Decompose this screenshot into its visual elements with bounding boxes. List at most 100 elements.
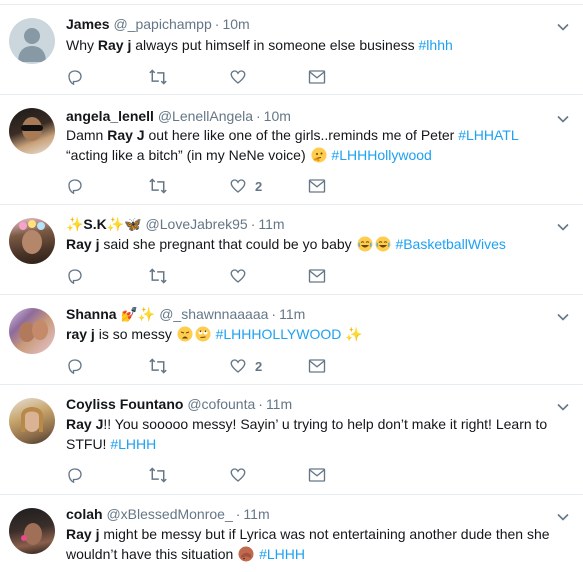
direct-message-button[interactable] [308,465,326,485]
retweet-button[interactable] [148,356,168,376]
tweet-text-segment: out here like one of the girls..reminds … [144,127,459,143]
reply-button[interactable] [66,176,84,196]
separator: · [256,108,261,124]
chevron-down-icon[interactable] [557,401,569,413]
eyeroll-emoji [195,326,211,342]
like-button[interactable]: 2 [229,176,262,196]
envelope-icon [308,70,326,84]
user-avatar[interactable] [9,398,55,444]
tweet-header: Coyliss Fountano @cofounta · 11m [66,395,292,413]
heart-icon [230,468,246,482]
reply-button[interactable] [66,465,84,485]
chevron-down-icon[interactable] [557,221,569,233]
reply-icon [68,179,82,195]
tweet-header: Shanna 💅✨ @_shawnnaaaaa · 11m [66,305,305,323]
hashtag-link[interactable]: #lhhh [419,37,453,53]
direct-message-button[interactable] [308,67,326,87]
tweet[interactable]: angela_lenell @LenellAngela · 10m Damn Ray… [0,95,583,205]
user-handle[interactable]: @cofounta [187,396,255,412]
direct-message-button[interactable] [308,266,326,286]
timestamp[interactable]: 10m [222,16,249,32]
user-handle[interactable]: @_shawnnaaaaa [159,306,268,322]
user-handle[interactable]: @xBlessedMonroe_ [106,506,232,522]
timestamp[interactable]: 11m [243,506,269,522]
reply-button[interactable] [66,266,84,286]
laughing-emoji [357,236,373,252]
tweet-text: ray j is so messy #LHHHOLLYWOOD ✨ [66,324,562,344]
tweet[interactable]: Shanna 💅✨ @_shawnnaaaaa · 11m ray j is so … [0,295,583,385]
timestamp[interactable]: 11m [266,396,292,412]
envelope-icon [308,468,326,482]
tweet[interactable]: colah @xBlessedMonroe_ · 11m Ray j might b… [0,495,583,572]
laughing-emoji [375,236,391,252]
tweet-text: Why Ray j always put himself in someone … [66,35,562,55]
hashtag-link[interactable]: #BasketballWives [395,236,506,252]
retweet-button[interactable] [148,176,168,196]
default-avatar[interactable] [9,18,55,64]
hashtag-link[interactable]: #LHHH [110,436,156,452]
like-button[interactable]: 2 [229,356,262,376]
reply-button[interactable] [66,67,84,87]
user-avatar[interactable] [9,108,55,154]
chevron-down-icon[interactable] [557,21,569,33]
like-button[interactable] [229,266,255,286]
user-avatar[interactable] [9,308,55,354]
like-button[interactable] [229,67,255,87]
tweet-text-segment: might be messy but if Lyrica was not ent… [66,526,550,562]
timestamp[interactable]: 11m [279,306,305,322]
tweet-text-segment: “acting like a bitch” (in my NeNe voice) [66,147,310,163]
tweet-text-segment: said she pregnant that could be yo baby [99,236,356,252]
user-avatar[interactable] [9,508,55,554]
timestamp[interactable]: 11m [258,216,284,232]
hashtag-link[interactable]: #LHHHollywood [331,147,431,163]
hashtag-link[interactable]: #LHHATL [458,127,518,143]
user-handle[interactable]: @_papichampp [113,16,211,32]
reply-icon [68,269,82,285]
reply-icon [68,70,82,86]
weary-emoji [177,326,193,342]
user-avatar[interactable] [9,218,55,264]
tweet-header: angela_lenell @LenellAngela · 10m [66,107,291,125]
chevron-down-icon[interactable] [557,511,569,523]
separator: · [235,506,241,522]
tweet[interactable]: James @_papichampp · 10m Why Ray j always … [0,5,583,95]
direct-message-button[interactable] [308,356,326,376]
thinking-emoji [311,147,327,163]
heart-icon [230,70,246,84]
retweet-button[interactable] [148,67,168,87]
tweet-text-segment: ✨ [341,326,363,342]
tweet[interactable]: Coyliss Fountano @cofounta · 11m Ray J!! Y… [0,385,583,495]
tweet-text-segment: Damn [66,127,108,143]
highlighted-term: Ray j [66,236,100,252]
user-handle[interactable]: @LoveJabrek95 [146,216,248,232]
reply-button[interactable] [66,356,84,376]
tweet-feed: James @_papichampp · 10m Why Ray j always … [0,0,583,572]
separator: · [271,306,277,322]
tweet-text: Damn Ray J out here like one of the girl… [66,125,562,165]
highlighted-term: Ray j [97,37,132,53]
tweet-text: Ray J!! You sooooo messy! Sayin’ u tryin… [66,414,562,454]
display-name[interactable]: James [66,16,110,32]
display-name[interactable]: angela_lenell [66,108,154,124]
hashtag-link[interactable]: #LHHHOLLYWOOD [216,326,342,342]
envelope-icon [308,359,326,373]
retweet-icon [149,268,167,284]
hashtag-link[interactable]: #LHHH [259,546,305,562]
display-name[interactable]: ✨S.K✨🦋 [66,216,142,232]
timestamp[interactable]: 10m [264,108,291,124]
chevron-down-icon[interactable] [557,113,569,125]
tweet[interactable]: ✨S.K✨🦋 @LoveJabrek95 · 11m Ray j said she … [0,205,583,295]
facepalm-emoji [238,546,254,562]
retweet-button[interactable] [148,266,168,286]
user-handle[interactable]: @LenellAngela [158,108,253,124]
retweet-button[interactable] [148,465,168,485]
like-button[interactable] [229,465,255,485]
chevron-down-icon[interactable] [557,311,569,323]
display-name[interactable]: colah [66,506,103,522]
separator: · [258,396,263,412]
tweet-text-segment: is so messy [94,326,176,342]
display-name[interactable]: Shanna 💅✨ [66,306,155,322]
display-name[interactable]: Coyliss Fountano [66,396,183,412]
direct-message-button[interactable] [308,176,326,196]
reply-icon [68,468,82,484]
